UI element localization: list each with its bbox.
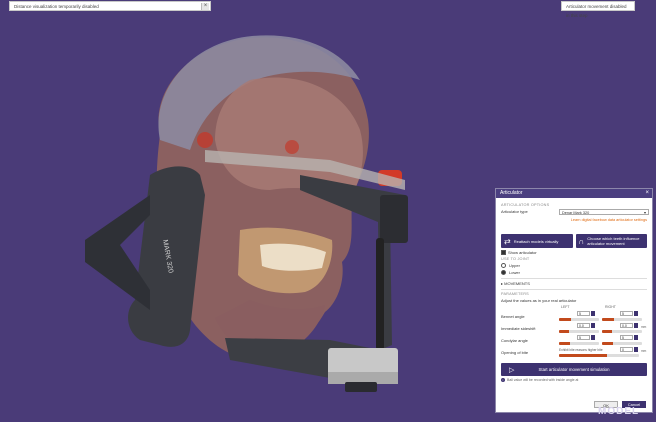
left-value-input[interactable]: 5 — [577, 311, 590, 316]
start-simulation-label: Start articulator movement simulation — [538, 367, 610, 372]
unit-label: mm — [641, 325, 647, 329]
banner-text: Distance visualization temporarily disab… — [14, 4, 99, 9]
info-note-text: Ball value will be recorded with inside … — [507, 378, 579, 382]
right-stepper[interactable] — [634, 311, 638, 316]
param-label: Immediate sideshift — [501, 326, 536, 331]
right-slider[interactable] — [602, 318, 642, 321]
right-stepper[interactable] — [634, 323, 638, 328]
right-value-input[interactable]: 5 — [620, 335, 633, 340]
articulator-type-value: Denar Mark 320 — [562, 211, 590, 215]
param-row: Opening of bite Exhibit bite reasons high… — [501, 347, 647, 359]
choose-teeth-label: Choose which teeth influence articulator… — [587, 236, 640, 246]
right-value-input[interactable]: 0.0 — [620, 323, 633, 328]
opening-slider[interactable] — [559, 354, 639, 357]
panel-title: Articulator — [500, 190, 523, 196]
articulator-type-label: Articulator type — [501, 209, 528, 214]
movements-label: MOVEMENTS — [504, 281, 530, 286]
choose-teeth-button[interactable]: ∩ Choose which teeth influence articulat… — [575, 234, 647, 248]
reattach-models-button[interactable]: ⇄ Reattach models virtually — [501, 234, 573, 248]
opening-slider-label: Exhibit bite reasons higher bite — [559, 348, 603, 352]
left-slider[interactable] — [559, 342, 599, 345]
panel-close-button[interactable]: × — [645, 189, 649, 198]
teeth-arch-icon: ∩ — [578, 236, 585, 246]
param-row: Condylar angle 5 5 — [501, 335, 647, 347]
param-label: Condylar angle — [501, 338, 528, 343]
radio-icon — [501, 263, 506, 268]
col-right-header: RIGHT — [605, 305, 616, 309]
right-value-input[interactable]: 5 — [620, 311, 633, 316]
param-row: Bennet angle 5 5 — [501, 311, 647, 323]
radio-lower[interactable]: Lower — [501, 270, 647, 275]
radio-upper-label: Upper — [509, 263, 520, 268]
banner-close-button[interactable]: × — [201, 3, 209, 10]
chevron-down-icon: ▾ — [643, 210, 646, 215]
left-stepper[interactable] — [591, 335, 595, 340]
right-slider[interactable] — [602, 342, 642, 345]
movement-disabled-banner: Articulator movement disabled in this st… — [561, 1, 635, 18]
articulator-type-select[interactable]: Denar Mark 320 ▾ — [559, 209, 649, 215]
left-stepper[interactable] — [591, 311, 595, 316]
left-stepper[interactable] — [591, 323, 595, 328]
param-label: Opening of bite — [501, 350, 529, 355]
opening-value-input[interactable]: 0 — [620, 347, 633, 352]
radio-lower-label: Lower — [509, 270, 520, 275]
left-value-input[interactable]: 5 — [577, 335, 590, 340]
articulator-options-header: ARTICULATOR OPTIONS — [501, 203, 550, 207]
parameters-header: PARAMETERS — [501, 292, 529, 296]
right-slider[interactable] — [602, 330, 642, 333]
show-articulator-label: Show articulator — [508, 250, 537, 255]
param-row: Immediate sideshift 0.0 0.0 mm — [501, 323, 647, 335]
movements-toggle[interactable]: ▸ MOVEMENTS — [501, 281, 647, 286]
left-slider[interactable] — [559, 330, 599, 333]
radio-selected-icon — [501, 270, 506, 275]
articulator-panel: Articulator × ARTICULATOR OPTIONS Articu… — [495, 188, 653, 413]
left-value-input[interactable]: 0.0 — [577, 323, 590, 328]
watermark: MODEL — [598, 406, 640, 417]
lead-joint-header: USE TO JOINT — [501, 257, 530, 261]
info-icon: i — [501, 378, 505, 382]
left-slider[interactable] — [559, 318, 599, 321]
unit-label: mm — [641, 349, 647, 353]
param-label: Bennet angle — [501, 314, 525, 319]
checkbox-icon — [501, 250, 506, 255]
swap-arrows-icon: ⇄ — [504, 236, 511, 246]
radio-upper[interactable]: Upper — [501, 263, 647, 268]
start-simulation-button[interactable]: ▷ Start articulator movement simulation — [501, 363, 647, 376]
distance-visualization-banner: Distance visualization temporarily disab… — [9, 1, 211, 11]
learn-settings-link[interactable]: Learn digital facebow data articulator s… — [501, 218, 647, 222]
panel-titlebar[interactable]: Articulator × — [496, 189, 652, 198]
opening-stepper[interactable] — [634, 347, 638, 352]
info-note: i Ball value will be recorded with insid… — [501, 378, 647, 382]
col-left-header: LEFT — [561, 305, 570, 309]
reattach-label: Reattach models virtually — [513, 238, 559, 244]
right-stepper[interactable] — [634, 335, 638, 340]
adjust-text: Adjust the values as in your real articu… — [501, 298, 577, 303]
play-icon: ▷ — [509, 366, 515, 374]
show-articulator-checkbox[interactable]: Show articulator — [501, 250, 647, 255]
